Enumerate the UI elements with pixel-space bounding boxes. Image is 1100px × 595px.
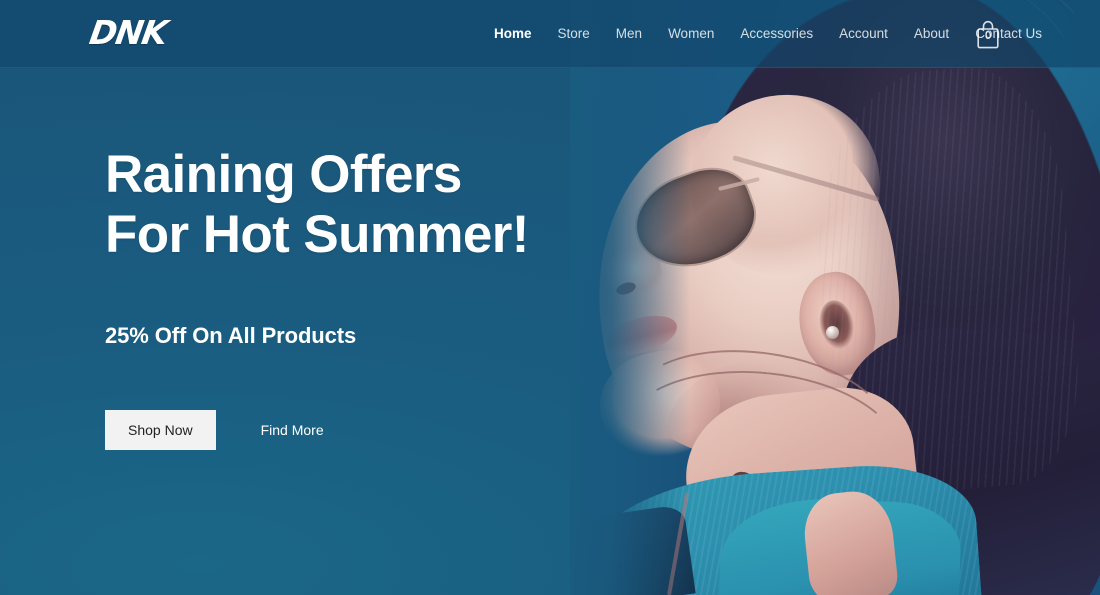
hero-subheadline: 25% Off On All Products: [105, 323, 357, 348]
hero-headline-line-2: For Hot Summer!: [105, 205, 529, 264]
nav-item-account[interactable]: Account: [826, 0, 901, 68]
nav-item-home[interactable]: Home: [481, 0, 545, 68]
hero-photo: [570, 0, 1100, 595]
page-root: DNK Home Store Men Women Accessories Acc…: [0, 0, 1100, 595]
hero-headline-line-1: Raining Offers: [105, 145, 462, 204]
site-logo[interactable]: DNK: [87, 13, 169, 52]
nav-item-accessories[interactable]: Accessories: [727, 0, 826, 68]
cart-button[interactable]: 0: [975, 20, 1001, 50]
nav-item-men[interactable]: Men: [603, 0, 655, 68]
site-header: DNK Home Store Men Women Accessories Acc…: [0, 0, 1100, 68]
main-navigation: Home Store Men Women Accessories Account…: [481, 0, 1055, 68]
nav-item-women[interactable]: Women: [655, 0, 727, 68]
hero-actions: Shop Now Find More: [105, 410, 625, 450]
nav-item-store[interactable]: Store: [545, 0, 603, 68]
hero-content: Raining Offers For Hot Summer! 25% Off O…: [105, 145, 625, 450]
cart-count-badge: 0: [984, 30, 992, 42]
nav-item-about[interactable]: About: [901, 0, 962, 68]
shop-now-button[interactable]: Shop Now: [105, 410, 216, 450]
hero-headline: Raining Offers For Hot Summer!: [105, 145, 625, 265]
find-more-link[interactable]: Find More: [261, 422, 324, 438]
